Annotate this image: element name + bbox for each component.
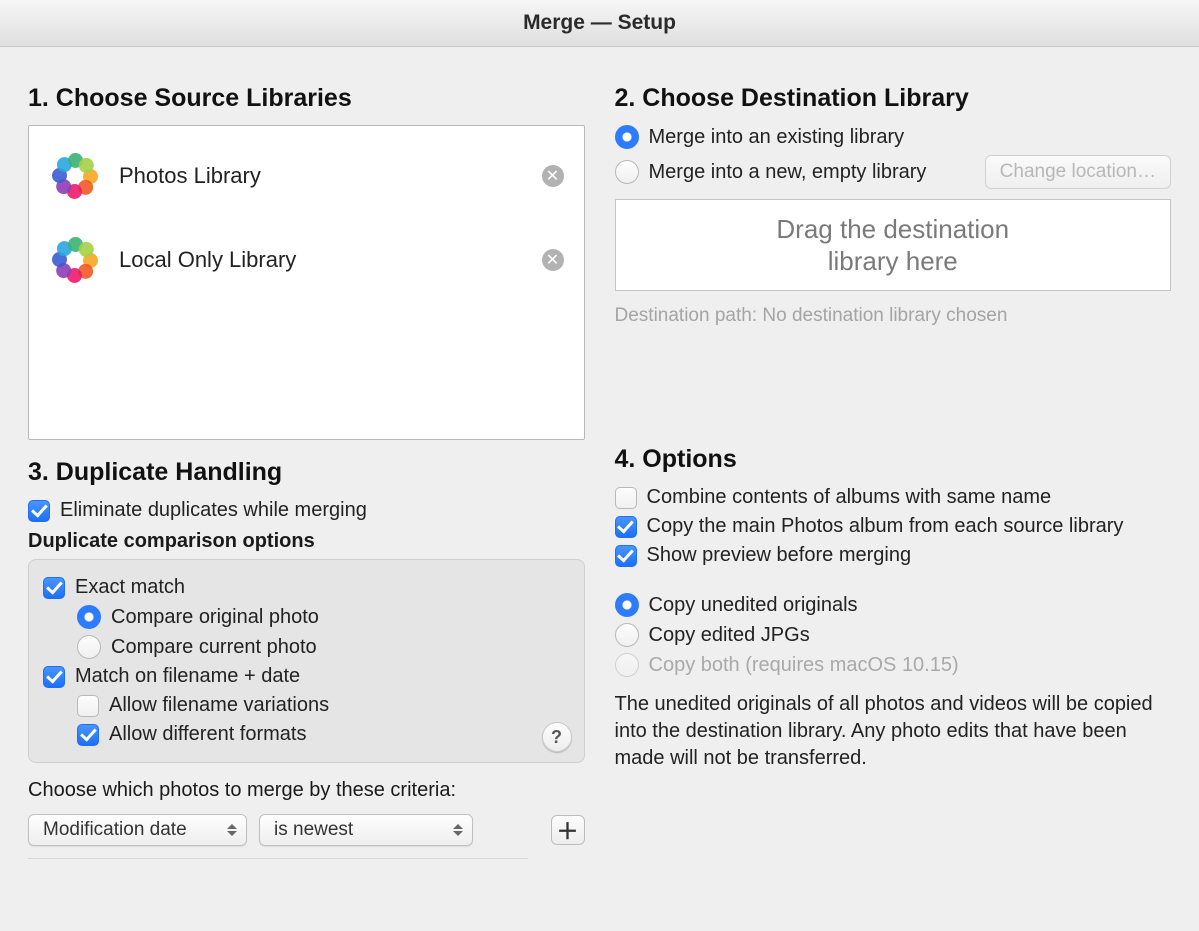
copy-main-album-checkbox[interactable] xyxy=(615,516,637,538)
library-name: Photos Library xyxy=(119,163,524,189)
remove-library-button[interactable]: ✕ xyxy=(542,249,564,271)
photos-library-icon xyxy=(49,234,101,286)
compare-original-label: Compare original photo xyxy=(111,606,319,629)
window-title: Merge — Setup xyxy=(0,0,1199,47)
criteria-field-value: Modification date xyxy=(43,819,187,841)
show-preview-checkbox[interactable] xyxy=(615,545,637,567)
close-icon: ✕ xyxy=(546,250,559,270)
criteria-row: Modification date is newest ＋ xyxy=(28,814,585,846)
combine-albums-label: Combine contents of albums with same nam… xyxy=(647,486,1052,509)
source-libraries-list[interactable]: Photos Library ✕ Local Only Library ✕ xyxy=(28,125,585,440)
section-3-heading: 3. Duplicate Handling xyxy=(28,458,585,487)
compare-current-label: Compare current photo xyxy=(111,636,317,659)
right-column: 2. Choose Destination Library Merge into… xyxy=(615,76,1172,931)
help-button[interactable]: ? xyxy=(542,722,572,752)
change-location-button[interactable]: Change location… xyxy=(985,155,1171,189)
eliminate-duplicates-checkbox[interactable] xyxy=(28,500,50,522)
merge-existing-label: Merge into an existing library xyxy=(649,126,905,149)
merge-new-label: Merge into a new, empty library xyxy=(649,161,927,184)
left-column: 1. Choose Source Libraries Photos Librar… xyxy=(28,76,585,931)
copy-edited-label: Copy edited JPGs xyxy=(649,624,810,647)
criteria-label: Choose which photos to merge by these cr… xyxy=(28,779,585,802)
combine-albums-checkbox[interactable] xyxy=(615,487,637,509)
criteria-op-value: is newest xyxy=(274,819,353,841)
help-icon: ? xyxy=(551,727,562,748)
criteria-field-select[interactable]: Modification date xyxy=(28,814,247,846)
copy-both-label: Copy both (requires macOS 10.15) xyxy=(649,654,959,677)
match-filename-date-checkbox[interactable] xyxy=(43,666,65,688)
drop-hint-text: Drag the destination library here xyxy=(776,213,1009,278)
stepper-icon xyxy=(226,824,238,836)
merge-existing-radio[interactable] xyxy=(615,125,639,149)
section-2-heading: 2. Choose Destination Library xyxy=(615,84,1172,113)
divider xyxy=(28,858,528,859)
copy-unedited-label: Copy unedited originals xyxy=(649,594,858,617)
list-item[interactable]: Photos Library ✕ xyxy=(29,134,584,218)
photos-library-icon xyxy=(49,150,101,202)
content-area: 1. Choose Source Libraries Photos Librar… xyxy=(0,58,1199,931)
list-item[interactable]: Local Only Library ✕ xyxy=(29,218,584,302)
allow-different-formats-label: Allow different formats xyxy=(109,723,307,746)
destination-drop-area[interactable]: Drag the destination library here xyxy=(615,199,1172,291)
exact-match-checkbox[interactable] xyxy=(43,577,65,599)
copy-main-album-label: Copy the main Photos album from each sou… xyxy=(647,515,1124,538)
section-1-heading: 1. Choose Source Libraries xyxy=(28,84,585,113)
destination-path-label: Destination path: No destination library… xyxy=(615,305,1172,327)
library-name: Local Only Library xyxy=(119,247,524,273)
options-explanation: The unedited originals of all photos and… xyxy=(615,691,1172,772)
allow-filename-variations-label: Allow filename variations xyxy=(109,694,329,717)
close-icon: ✕ xyxy=(546,166,559,186)
compare-current-radio[interactable] xyxy=(77,635,101,659)
stepper-icon xyxy=(452,824,464,836)
eliminate-duplicates-label: Eliminate duplicates while merging xyxy=(60,499,367,522)
add-criteria-button[interactable]: ＋ xyxy=(551,815,585,845)
match-filename-date-label: Match on filename + date xyxy=(75,665,300,688)
copy-edited-radio[interactable] xyxy=(615,623,639,647)
allow-different-formats-checkbox[interactable] xyxy=(77,724,99,746)
show-preview-label: Show preview before merging xyxy=(647,544,912,567)
copy-both-radio xyxy=(615,653,639,677)
exact-match-label: Exact match xyxy=(75,576,185,599)
comparison-options-panel: Exact match Compare original photo Compa… xyxy=(28,559,585,763)
merge-setup-window: Merge — Setup 1. Choose Source Libraries… xyxy=(0,0,1199,931)
section-4-heading: 4. Options xyxy=(615,445,1172,474)
allow-filename-variations-checkbox[interactable] xyxy=(77,695,99,717)
compare-original-radio[interactable] xyxy=(77,605,101,629)
comparison-options-heading: Duplicate comparison options xyxy=(28,530,585,553)
remove-library-button[interactable]: ✕ xyxy=(542,165,564,187)
plus-icon: ＋ xyxy=(556,814,578,846)
merge-new-radio[interactable] xyxy=(615,160,639,184)
copy-unedited-radio[interactable] xyxy=(615,593,639,617)
criteria-op-select[interactable]: is newest xyxy=(259,814,473,846)
